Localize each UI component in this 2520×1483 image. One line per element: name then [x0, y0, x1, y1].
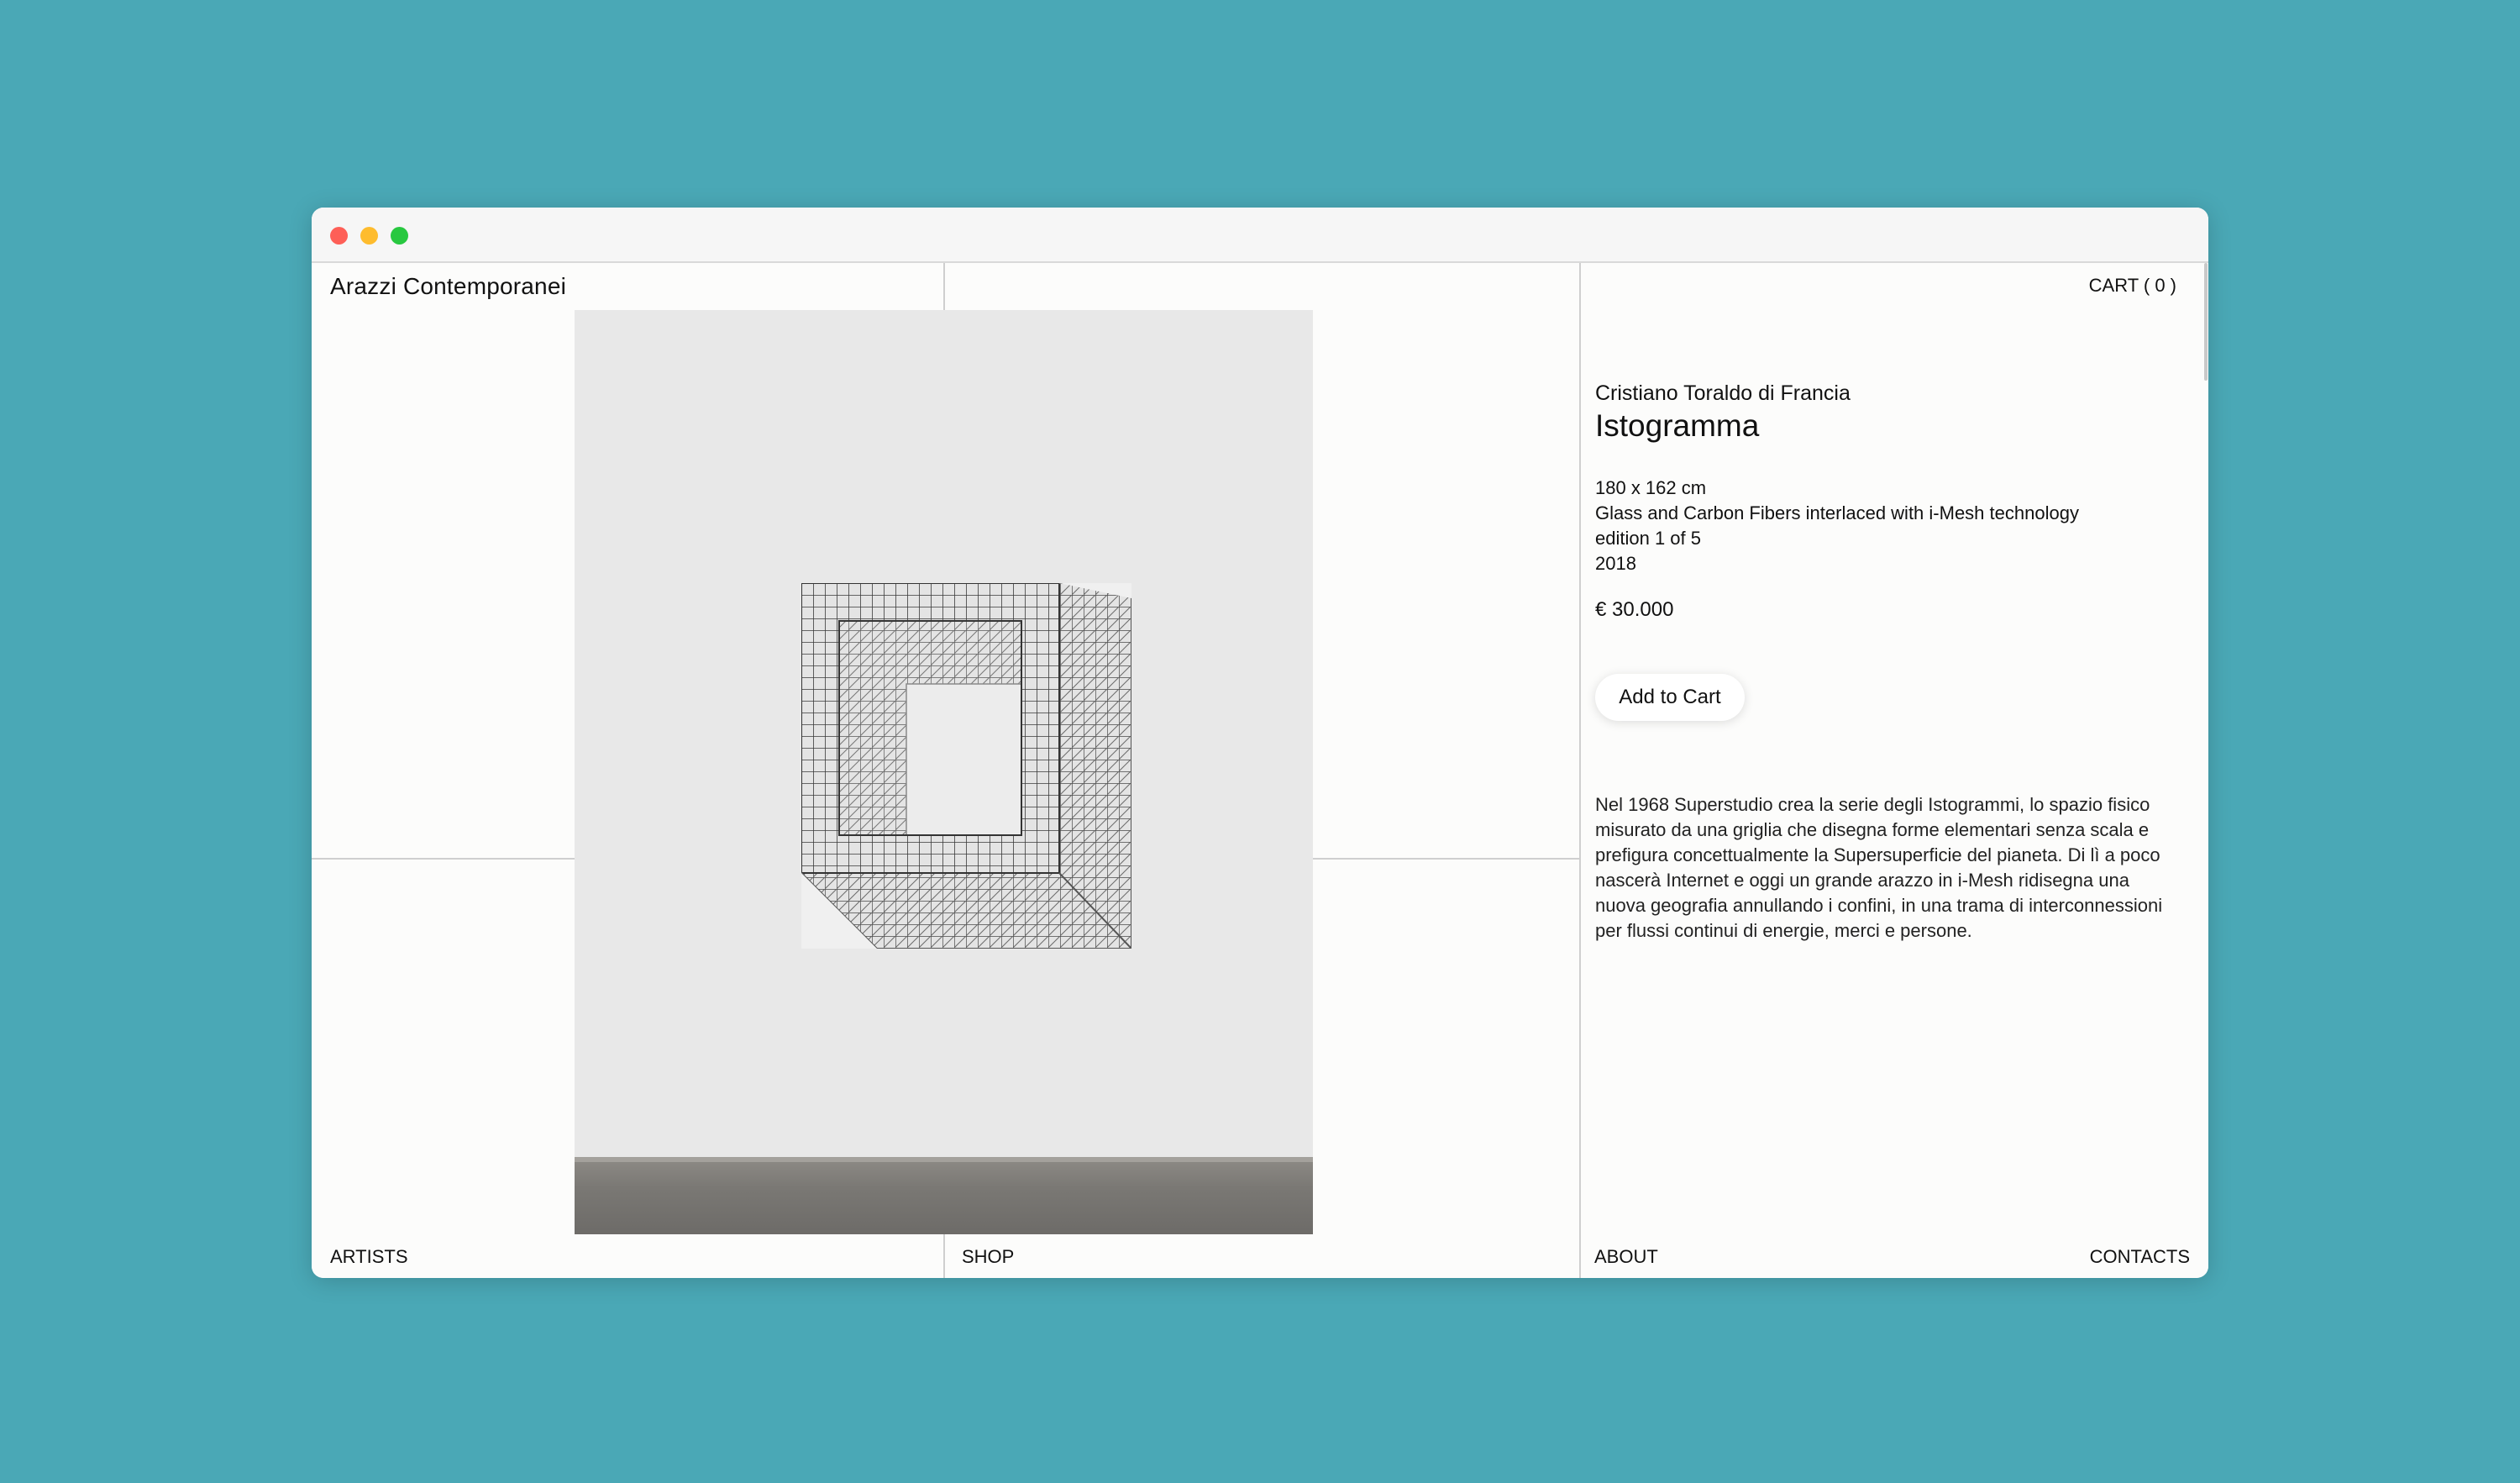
- window-titlebar: [312, 208, 2208, 263]
- product-page: Arazzi Contemporanei CART ( 0 ) Cristian…: [312, 263, 2208, 1278]
- nav-shop[interactable]: SHOP: [962, 1246, 1014, 1268]
- artist-name[interactable]: Cristiano Toraldo di Francia: [1595, 381, 1851, 406]
- gallery-floor: [575, 1157, 1313, 1234]
- product-edition: edition 1 of 5: [1595, 528, 1701, 549]
- grid-divider-right: [1579, 263, 1581, 1278]
- minimize-window-icon[interactable]: [360, 227, 378, 245]
- artwork-image: [575, 310, 1313, 1234]
- product-title: Istogramma: [1595, 408, 1760, 443]
- zoom-window-icon[interactable]: [391, 227, 408, 245]
- site-logo-title[interactable]: Arazzi Contemporanei: [330, 273, 566, 300]
- product-dimensions: 180 x 162 cm: [1595, 477, 1707, 498]
- scrollbar-thumb[interactable]: [2204, 263, 2208, 381]
- product-year: 2018: [1595, 553, 1636, 574]
- add-to-cart-button[interactable]: Add to Cart: [1595, 674, 1745, 721]
- nav-contacts[interactable]: CONTACTS: [2090, 1246, 2190, 1268]
- product-material: Glass and Carbon Fibers interlaced with …: [1595, 502, 2079, 523]
- cart-link[interactable]: CART ( 0 ): [2089, 275, 2176, 297]
- browser-window: Arazzi Contemporanei CART ( 0 ) Cristian…: [312, 208, 2208, 1278]
- nav-artists[interactable]: ARTISTS: [330, 1246, 408, 1268]
- istogramma-artwork-illustration: [801, 583, 1131, 949]
- product-price: € 30.000: [1595, 598, 1674, 621]
- scrollbar[interactable]: [2203, 263, 2208, 1278]
- close-window-icon[interactable]: [330, 227, 348, 245]
- product-description: Nel 1968 Superstudio crea la serie degli…: [1595, 794, 2163, 941]
- nav-about[interactable]: ABOUT: [1594, 1246, 1658, 1268]
